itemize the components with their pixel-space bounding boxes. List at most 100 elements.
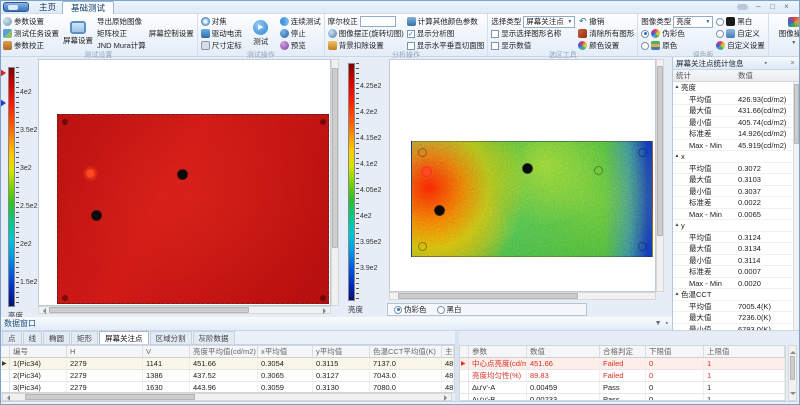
right-v-scrollbar[interactable] bbox=[656, 59, 664, 292]
table-row[interactable]: Δu'v'-B0.00233Pass01 bbox=[460, 394, 785, 401]
scroll-down-icon[interactable] bbox=[790, 392, 796, 398]
scroll-thumb[interactable] bbox=[398, 293, 578, 299]
bw-view-radio[interactable]: 黑白 bbox=[437, 304, 462, 315]
show-values-checkbox[interactable]: 显示数值 bbox=[491, 40, 575, 51]
scroll-thumb[interactable] bbox=[49, 307, 249, 313]
right-h-scrollbar[interactable] bbox=[389, 292, 656, 300]
tab-basic-test[interactable]: 基础测试 bbox=[62, 1, 114, 14]
focus-point-black[interactable] bbox=[522, 163, 533, 174]
table-h-scrollbar[interactable] bbox=[2, 393, 452, 401]
table-row[interactable]: 亮度均匀性(%)89.83Failed01 bbox=[460, 370, 785, 382]
stats-row[interactable]: 最小值0.3037 bbox=[673, 186, 794, 198]
scroll-thumb[interactable] bbox=[657, 66, 663, 236]
stats-row[interactable]: 标准差14.926(cd/m2) bbox=[673, 128, 794, 140]
focus-point-black[interactable] bbox=[177, 169, 188, 180]
jnd-mura-button[interactable]: JND Mura计算 bbox=[97, 40, 146, 51]
scroll-left-icon[interactable] bbox=[40, 308, 46, 314]
left-h-scrollbar[interactable] bbox=[38, 306, 331, 314]
stats-group-cct[interactable]: ▲色温CCT bbox=[673, 289, 794, 301]
tab-region-split[interactable]: 区域分割 bbox=[150, 331, 192, 344]
scroll-thumb[interactable] bbox=[332, 68, 338, 248]
restore-button[interactable]: □ bbox=[766, 1, 779, 12]
stats-row[interactable]: 最大值0.3134 bbox=[673, 243, 794, 255]
calc-color-params-button[interactable]: 计算其他颜色参数 bbox=[407, 16, 485, 27]
table-row[interactable]: 2(Pic34)22791386437.520.30650.31277043.0… bbox=[1, 370, 454, 382]
chevron-down-icon[interactable]: ▼ bbox=[655, 320, 662, 327]
expander-icon[interactable]: ▲ bbox=[673, 289, 681, 300]
test-task-settings-button[interactable]: 测试任务设置 bbox=[3, 28, 59, 39]
scroll-thumb[interactable] bbox=[790, 356, 795, 380]
focus-point-black[interactable] bbox=[434, 205, 445, 216]
matrix-calibration-button[interactable]: 矩阵校正 bbox=[97, 28, 146, 39]
tab-home[interactable]: 主页 bbox=[31, 1, 64, 14]
export-raw-button[interactable]: 导出原始图像 bbox=[97, 16, 146, 27]
expander-icon[interactable]: ▲ bbox=[673, 151, 681, 162]
image-operations-button[interactable]: 图像操作 ▼ bbox=[772, 15, 800, 47]
table-row[interactable]: 3(Pic34)22791630443.960.30590.31307080.0… bbox=[1, 382, 454, 393]
right-table-scrollbar[interactable] bbox=[788, 345, 797, 401]
stats-row[interactable]: 最小值405.74(cd/m2) bbox=[673, 117, 794, 129]
stats-row[interactable]: 标准差0.0022 bbox=[673, 197, 794, 209]
scroll-right-icon[interactable] bbox=[323, 308, 329, 314]
pseudo-color-radio[interactable]: 伪彩色 bbox=[641, 28, 713, 39]
stats-group-y[interactable]: ▲y bbox=[673, 220, 794, 232]
scroll-thumb[interactable] bbox=[794, 84, 799, 144]
scroll-thumb[interactable] bbox=[25, 394, 195, 400]
tab-line[interactable]: 线 bbox=[23, 331, 43, 344]
close-button[interactable]: × bbox=[780, 1, 793, 12]
custom-radio[interactable]: 自定义 bbox=[716, 28, 765, 39]
stats-row[interactable]: 平均值0.3124 bbox=[673, 232, 794, 244]
stats-row[interactable]: 最大值0.3103 bbox=[673, 174, 794, 186]
param-calibration-button[interactable]: 参数校正 bbox=[3, 40, 59, 51]
stats-row[interactable]: 平均值426.93(cd/m2) bbox=[673, 94, 794, 106]
tab-rectangle[interactable]: 矩形 bbox=[71, 331, 98, 344]
minimize-button[interactable]: – bbox=[752, 1, 765, 12]
show-analysis-checkbox[interactable]: ✓显示分析图 bbox=[407, 28, 485, 39]
left-v-scrollbar[interactable] bbox=[331, 59, 339, 306]
image-type-dropdown[interactable]: 亮度▼ bbox=[673, 16, 713, 28]
scroll-up-icon[interactable] bbox=[790, 348, 796, 354]
stats-row[interactable]: 最大值7236.0(K) bbox=[673, 312, 794, 324]
show-shape-name-checkbox[interactable]: 显示选择图形名称 bbox=[491, 28, 575, 39]
expander-icon[interactable]: ▲ bbox=[673, 220, 681, 231]
stats-row[interactable]: Max - Min0.0065 bbox=[673, 209, 794, 221]
image-align-button[interactable]: 图像摆正(旋转切图) bbox=[328, 28, 404, 39]
clear-all-shapes-button[interactable]: 清除所有图形 bbox=[578, 28, 634, 39]
stats-row[interactable]: 标准差0.0007 bbox=[673, 266, 794, 278]
bw-radio[interactable]: 黑白 bbox=[716, 16, 765, 27]
moire-correction-item[interactable]: 摩尔校正 bbox=[328, 16, 404, 27]
tab-gray-data[interactable]: 灰阶数据 bbox=[193, 331, 235, 344]
stats-group-luminance[interactable]: ▲亮度 bbox=[673, 82, 794, 94]
stats-row[interactable]: 最小值6793.0(K) bbox=[673, 324, 794, 331]
custom-settings-button[interactable]: 自定义设置 bbox=[716, 40, 765, 51]
original-color-radio[interactable]: 原色 bbox=[641, 40, 713, 51]
stats-row[interactable]: 最大值431.66(cd/m2) bbox=[673, 105, 794, 117]
stats-row[interactable]: Max - Min45.919(cd/m2) bbox=[673, 140, 794, 152]
right-heatmap[interactable] bbox=[411, 141, 653, 257]
style-icon[interactable] bbox=[737, 4, 748, 10]
table-row[interactable]: ▶ 1(Pic34)22791141451.660.30540.31157137… bbox=[1, 358, 454, 370]
screen-settings-button[interactable]: 屏幕设置 bbox=[62, 15, 94, 51]
left-heatmap[interactable] bbox=[57, 114, 329, 304]
pin-icon[interactable]: ▪ bbox=[666, 320, 668, 327]
undo-button[interactable]: ↶撤销 bbox=[578, 16, 634, 27]
tab-screen-focus-points[interactable]: 屏幕关注点 bbox=[99, 331, 149, 344]
size-calibration-button[interactable]: 尺寸定标 bbox=[201, 40, 242, 51]
test-button[interactable]: ▶ 测试 bbox=[245, 15, 277, 51]
table-row[interactable]: ▶ 中心点亮度(cd/m2)451.66Failed01 bbox=[460, 358, 785, 370]
tab-ellipse[interactable]: 椭圆 bbox=[43, 331, 70, 344]
close-panel-icon[interactable]: × bbox=[788, 57, 797, 69]
drive-current-button[interactable]: 驱动电流 bbox=[201, 28, 242, 39]
selection-type-dropdown[interactable]: 屏幕关注点▼ bbox=[523, 16, 575, 28]
color-settings-button[interactable]: 颜色设置 bbox=[578, 40, 634, 51]
background-subtract-button[interactable]: 背景扣除设置 bbox=[328, 40, 404, 51]
stop-button[interactable]: 停止 bbox=[280, 28, 321, 39]
focus-point-black[interactable] bbox=[91, 210, 102, 221]
app-menu-button[interactable] bbox=[3, 2, 29, 12]
screen-control-settings-button[interactable]: 屏幕控制设置 bbox=[149, 28, 194, 39]
pseudo-color-view-radio[interactable]: 伪彩色 bbox=[394, 304, 427, 315]
focus-button[interactable]: 对焦 bbox=[201, 16, 242, 27]
stats-scrollbar[interactable] bbox=[793, 82, 800, 330]
focus-point-red[interactable] bbox=[421, 166, 432, 177]
left-canvas[interactable] bbox=[38, 59, 331, 306]
